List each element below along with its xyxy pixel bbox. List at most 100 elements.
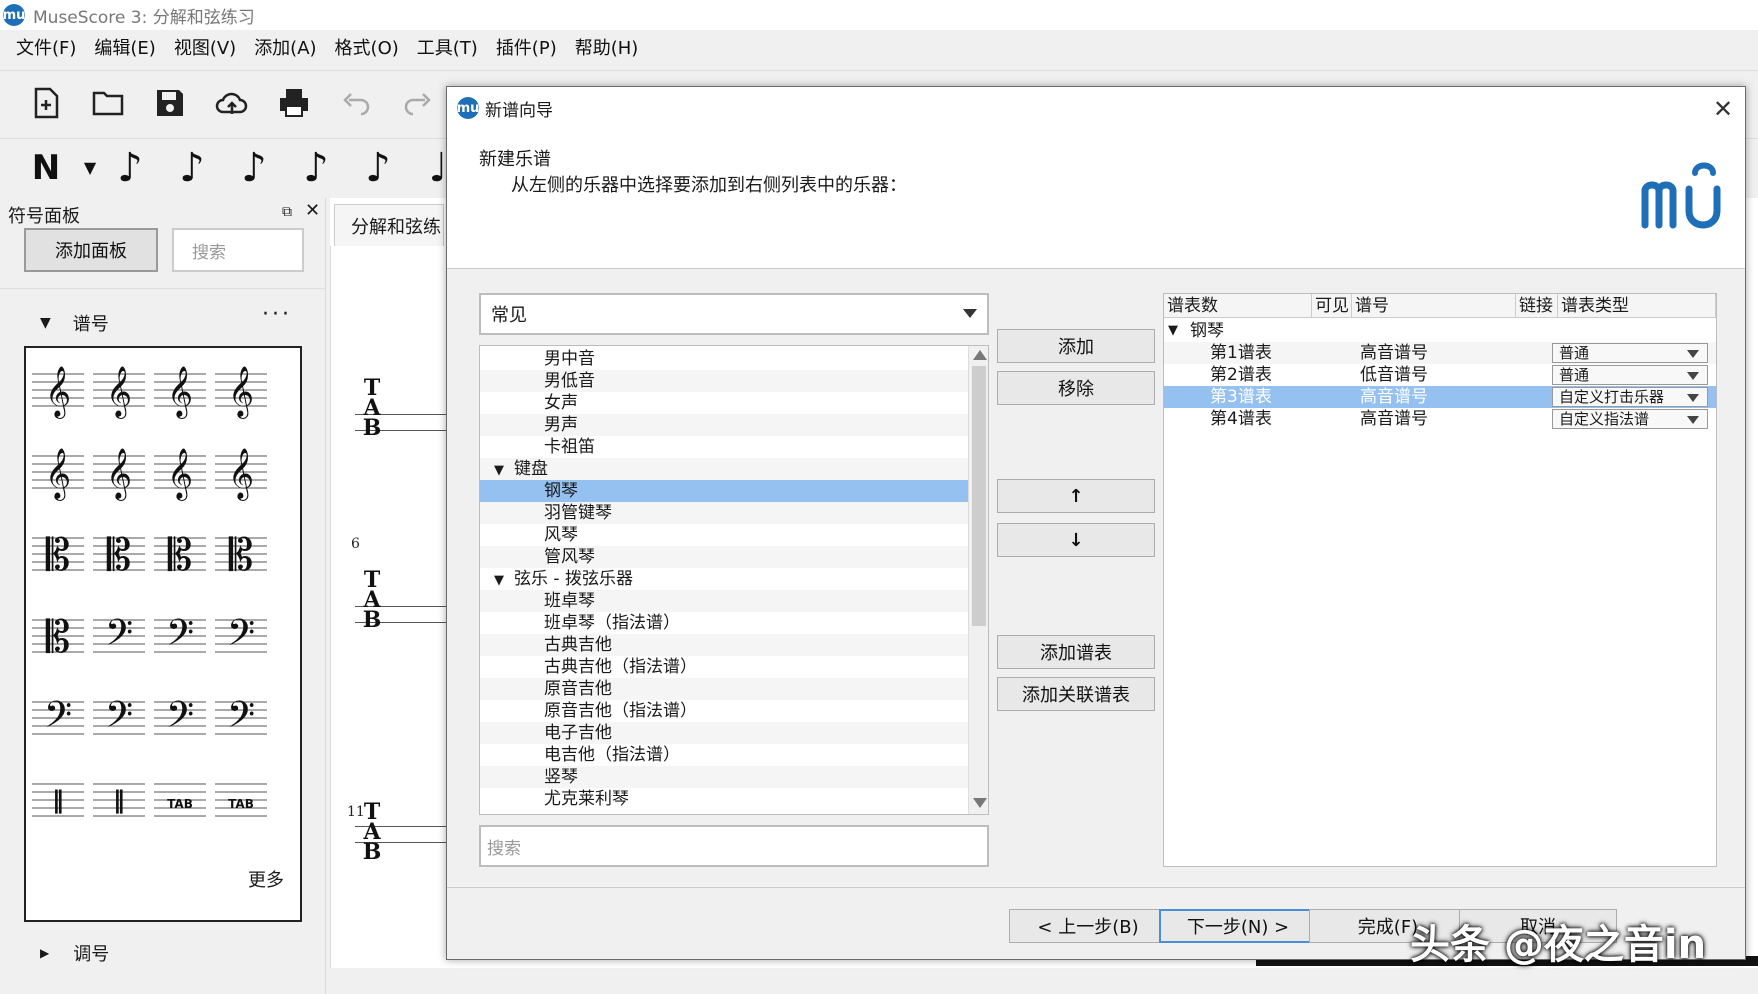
clef-tab-icon[interactable]: TAB (150, 762, 210, 834)
menu-add[interactable]: 添加(A) (246, 34, 326, 60)
staff-type-select[interactable]: 普通 (1552, 365, 1708, 385)
clef-treble-8vb-icon[interactable]: 𝄞 (211, 352, 271, 424)
staff-clef[interactable]: 高音谱号 (1360, 386, 1428, 408)
cloud-upload-icon[interactable] (212, 83, 252, 123)
column-header-clef[interactable]: 谱号 (1352, 294, 1516, 318)
menu-help[interactable]: 帮助(H) (567, 34, 649, 60)
save-icon[interactable] (150, 83, 190, 123)
staff-type-select[interactable]: 自定义打击乐器 (1552, 387, 1708, 407)
staff-row[interactable]: 第2谱表 低音谱号 普通 (1164, 364, 1716, 386)
new-score-icon[interactable] (26, 83, 66, 123)
column-header-staff-type[interactable]: 谱表类型 (1558, 294, 1716, 318)
close-panel-icon[interactable]: ✕ (305, 200, 320, 221)
instrument-list-scrollbar[interactable] (968, 346, 988, 814)
add-staff-button[interactable]: 添加谱表 (997, 635, 1155, 669)
menu-plugins[interactable]: 插件(P) (488, 34, 567, 60)
back-button[interactable]: < 上一步(B) (1009, 909, 1167, 943)
staff-type-select[interactable]: 自定义指法谱 (1552, 409, 1708, 429)
instrument-item[interactable]: 古典吉他 (480, 634, 968, 656)
clef-baritone-c-icon[interactable]: 𝄡 (150, 516, 210, 588)
section-options-icon[interactable]: ··· (262, 302, 292, 327)
more-button[interactable]: 更多 (248, 866, 284, 892)
instrument-search-input[interactable]: 搜索 (479, 825, 989, 867)
menu-tools[interactable]: 工具(T) (409, 34, 488, 60)
remove-instrument-button[interactable]: 移除 (997, 371, 1155, 405)
chevron-down-icon[interactable]: ▼ (68, 143, 112, 193)
instrument-item[interactable]: 电吉他（指法谱） (480, 744, 968, 766)
instrument-item[interactable]: 管风琴 (480, 546, 968, 568)
clef-bass-icon[interactable]: 𝄢 (89, 598, 149, 670)
clef-bass-15mb-icon[interactable]: 𝄢 (89, 680, 149, 752)
instrument-item[interactable]: 钢琴 (480, 480, 968, 502)
staff-clef[interactable]: 高音谱号 (1360, 408, 1428, 430)
add-instrument-button[interactable]: 添加 (997, 329, 1155, 363)
clef-tenor-icon[interactable]: 𝄡 (89, 516, 149, 588)
score-tab[interactable]: 分解和弦练 (334, 204, 444, 246)
staff-row[interactable]: 第4谱表 高音谱号 自定义指法谱 (1164, 408, 1716, 430)
note-input-mode-icon[interactable]: N (24, 143, 68, 193)
instrument-group[interactable]: ▼ 弦乐 - 拨弦乐器 (480, 568, 968, 590)
add-linked-staff-button[interactable]: 添加关联谱表 (997, 677, 1155, 711)
clef-percussion-icon[interactable]: ‖ (28, 762, 88, 834)
clef-alto-icon[interactable]: 𝄡 (28, 516, 88, 588)
open-folder-icon[interactable] (88, 83, 128, 123)
staff-row[interactable]: 第1谱表 高音谱号 普通 (1164, 342, 1716, 364)
instrument-item[interactable]: 班卓琴（指法谱） (480, 612, 968, 634)
instrument-list[interactable]: 尤克莱利琴 竖琴 电吉他（指法谱） 电子吉他 原音吉他（指法谱） 原音吉他 古典吉他（指法谱… (479, 345, 989, 815)
instrument-item[interactable]: 竖琴 (480, 766, 968, 788)
clef-treble-icon[interactable]: 𝄞 (28, 352, 88, 424)
clef-subbass-icon[interactable]: 𝄢 (211, 680, 271, 752)
menu-view[interactable]: 视图(V) (166, 34, 246, 60)
note-64th-icon[interactable]: ♪ (108, 143, 152, 193)
move-up-button[interactable]: ↑ (997, 479, 1155, 513)
clef-treble-8vb-paren-icon[interactable]: 𝄞 (150, 434, 210, 506)
instrument-row[interactable]: ▼ 钢琴 (1164, 320, 1716, 342)
scroll-down-icon[interactable] (973, 798, 987, 808)
note-eighth-icon[interactable]: ♪ (294, 143, 338, 193)
instrument-family-select[interactable]: 常见 (479, 293, 989, 335)
instrument-item[interactable]: 原音吉他 (480, 678, 968, 700)
column-header-staves[interactable]: 谱表数 (1164, 294, 1312, 318)
clef-bass-8va-icon[interactable]: 𝄢 (150, 598, 210, 670)
clef-bass-15ma-icon[interactable]: 𝄢 (211, 598, 271, 670)
instrument-item[interactable]: 羽管键琴 (480, 502, 968, 524)
clef-mezzo-c-icon[interactable]: 𝄡 (211, 516, 271, 588)
clef-tab-small-icon[interactable]: TAB (211, 762, 271, 834)
column-header-visible[interactable]: 可见 (1312, 294, 1352, 318)
clef-percussion-2-icon[interactable]: ‖ (89, 762, 149, 834)
instrument-item[interactable]: 男中音 (480, 348, 968, 370)
instrument-item[interactable]: 尤克莱利琴 (480, 788, 968, 810)
instrument-item[interactable]: 男声 (480, 414, 968, 436)
note-32nd-icon[interactable]: ♪ (170, 143, 214, 193)
add-palette-button[interactable]: 添加面板 (24, 228, 158, 272)
column-header-linked[interactable]: 链接 (1516, 294, 1558, 318)
clef-section-header[interactable]: ▼ 谱号 (40, 310, 109, 336)
instrument-item[interactable]: 班卓琴 (480, 590, 968, 612)
staff-type-select[interactable]: 普通 (1552, 343, 1708, 363)
note-16th-icon[interactable]: ♪ (232, 143, 276, 193)
clef-french-violin-icon[interactable]: 𝄞 (211, 434, 271, 506)
instrument-item[interactable]: 风琴 (480, 524, 968, 546)
clef-double-treble-icon[interactable]: 𝄞 (89, 434, 149, 506)
note-quarter-icon[interactable]: ♪ (356, 143, 400, 193)
key-signature-section-header[interactable]: ▶ 调号 (40, 940, 109, 966)
instrument-item[interactable]: 古典吉他（指法谱） (480, 656, 968, 678)
instrument-group[interactable]: ▼ 键盘 (480, 458, 968, 480)
clef-baritone-f-icon[interactable]: 𝄢 (150, 680, 210, 752)
clef-soprano-c-icon[interactable]: 𝄡 (28, 598, 88, 670)
redo-icon[interactable] (398, 83, 438, 123)
staff-clef[interactable]: 高音谱号 (1360, 342, 1428, 364)
staff-clef[interactable]: 低音谱号 (1360, 364, 1428, 386)
instrument-item[interactable]: 男低音 (480, 370, 968, 392)
print-icon[interactable] (274, 83, 314, 123)
instrument-item[interactable]: 女声 (480, 392, 968, 414)
clef-treble-15mb-icon[interactable]: 𝄞 (28, 434, 88, 506)
clef-treble-8va-icon[interactable]: 𝄞 (89, 352, 149, 424)
scroll-up-icon[interactable] (973, 350, 987, 360)
next-button[interactable]: 下一步(N) > (1159, 909, 1317, 943)
instrument-item[interactable]: 卡祖笛 (480, 436, 968, 458)
scroll-thumb[interactable] (972, 366, 986, 626)
staff-table[interactable]: 谱表数 可见 谱号 链接 谱表类型 ▼ 钢琴 第1谱表 高音谱号 普通 第2谱表 低音谱… (1163, 293, 1717, 867)
palette-search-input[interactable]: 搜索 (172, 228, 304, 272)
menu-format[interactable]: 格式(O) (327, 34, 409, 60)
